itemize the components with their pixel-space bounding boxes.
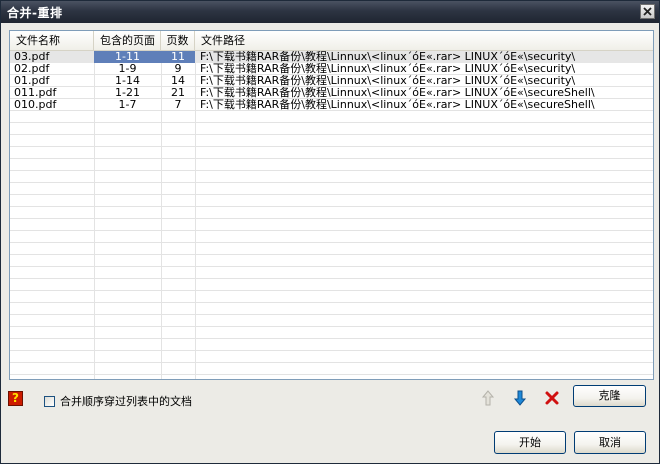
delete-x-icon — [545, 391, 559, 405]
merge-order-checkbox[interactable] — [44, 395, 55, 407]
move-down-button[interactable] — [512, 389, 528, 407]
cell-count: 9 — [174, 63, 182, 75]
table-row[interactable]: 03.pdf 1-11 11 F:\下载书籍RAR备份\教程\Linnux\<l… — [10, 51, 653, 63]
cell-pages[interactable]: 1-21 — [94, 87, 161, 99]
cell-path: F:\下载书籍RAR备份\教程\Linnux\<linux´óE«.rar> L… — [200, 63, 576, 75]
merge-order-option[interactable]: 合并顺序穿过列表中的文档 — [44, 393, 192, 409]
column-header-path[interactable]: 文件路径 — [195, 31, 653, 50]
cell-path: F:\下载书籍RAR备份\教程\Linnux\<linux´óE«.rar> L… — [200, 75, 576, 87]
table-row[interactable]: 010.pdf 1-7 7 F:\下载书籍RAR备份\教程\Linnux\<li… — [10, 99, 653, 111]
table-row[interactable]: 02.pdf 1-9 9 F:\下载书籍RAR备份\教程\Linnux\<lin… — [10, 63, 653, 75]
help-icon[interactable]: ? — [8, 391, 23, 406]
column-header-name[interactable]: 文件名称 — [10, 31, 94, 50]
delete-button[interactable] — [544, 390, 560, 406]
merge-order-label: 合并顺序穿过列表中的文档 — [60, 395, 192, 408]
table-row[interactable]: 01.pdf 1-14 14 F:\下载书籍RAR备份\教程\Linnux\<l… — [10, 75, 653, 87]
cell-path: F:\下载书籍RAR备份\教程\Linnux\<linux´óE«.rar> L… — [200, 99, 595, 111]
move-up-button[interactable] — [480, 389, 496, 407]
start-button[interactable]: 开始 — [494, 431, 566, 454]
list-header: 文件名称 包含的页面 页数 文件路径 — [10, 31, 653, 51]
column-header-count[interactable]: 页数 — [161, 31, 195, 50]
cell-name: 011.pdf — [14, 87, 57, 99]
cell-path: F:\下载书籍RAR备份\教程\Linnux\<linux´óE«.rar> L… — [200, 51, 576, 63]
cell-pages[interactable]: 1-11 — [94, 51, 161, 63]
arrow-up-icon — [481, 390, 495, 406]
list-body: 03.pdf 1-11 11 F:\下载书籍RAR备份\教程\Linnux\<l… — [10, 51, 653, 379]
cell-count: 7 — [174, 99, 182, 111]
merge-reorder-dialog: 合并-重排 文件名称 包含的页面 页数 文件路径 03.pdf 1-11 11 … — [0, 0, 660, 464]
cell-count: 14 — [171, 75, 185, 87]
dialog-client-area: 文件名称 包含的页面 页数 文件路径 03.pdf 1-11 11 F:\下载书… — [1, 23, 659, 463]
cell-count: 21 — [171, 87, 185, 99]
table-row[interactable]: 011.pdf 1-21 21 F:\下载书籍RAR备份\教程\Linnux\<… — [10, 87, 653, 99]
cell-pages[interactable]: 1-14 — [94, 75, 161, 87]
cancel-button[interactable]: 取消 — [574, 431, 646, 454]
cell-pages[interactable]: 1-9 — [94, 63, 161, 75]
close-icon — [643, 7, 652, 16]
cell-name: 02.pdf — [14, 63, 50, 75]
cell-path: F:\下载书籍RAR备份\教程\Linnux\<linux´óE«.rar> L… — [200, 87, 595, 99]
window-title: 合并-重排 — [7, 5, 63, 20]
cell-name: 01.pdf — [14, 75, 50, 87]
clone-button[interactable]: 克隆 — [573, 385, 646, 407]
close-button[interactable] — [640, 4, 655, 19]
cell-name: 010.pdf — [14, 99, 57, 111]
cell-pages[interactable]: 1-7 — [94, 99, 161, 111]
file-list[interactable]: 文件名称 包含的页面 页数 文件路径 03.pdf 1-11 11 F:\下载书… — [9, 30, 654, 380]
column-header-pages[interactable]: 包含的页面 — [94, 31, 161, 50]
cell-name: 03.pdf — [14, 51, 50, 63]
arrow-down-icon — [513, 390, 527, 406]
title-bar[interactable]: 合并-重排 — [1, 1, 659, 23]
cell-count: 11 — [161, 51, 195, 63]
